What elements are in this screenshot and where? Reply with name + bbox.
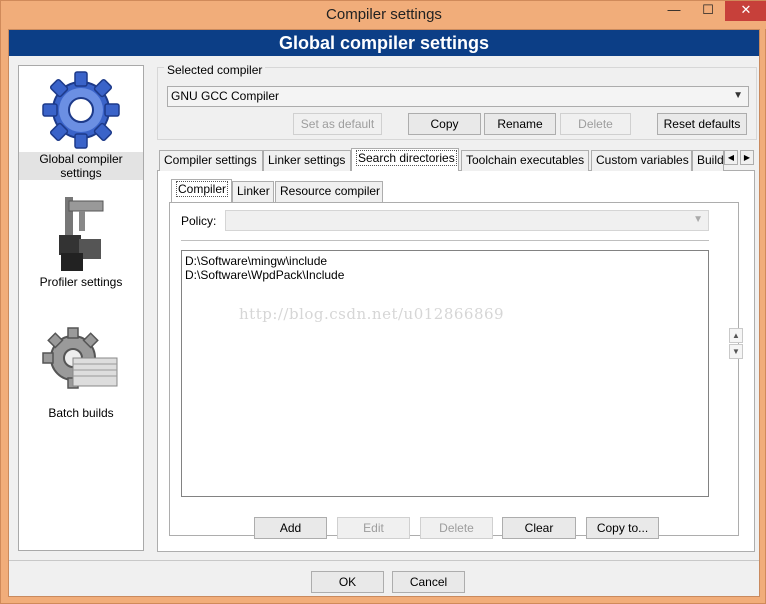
- nav-item-profiler-settings[interactable]: Profiler settings: [19, 191, 143, 289]
- cancel-button[interactable]: Cancel: [392, 571, 465, 593]
- compiler-settings-window: Compiler settings — ☐ ✕ Global compiler …: [0, 0, 766, 604]
- tab-search-directories[interactable]: Search directories: [351, 148, 459, 171]
- gear-icon: [42, 71, 120, 149]
- tab-build[interactable]: Build: [692, 150, 724, 171]
- subtab-resource-compiler[interactable]: Resource compiler: [275, 181, 383, 202]
- tab-linker-settings[interactable]: Linker settings: [263, 150, 351, 171]
- move-down-icon[interactable]: ▼: [729, 344, 743, 359]
- compiler-select-value: GNU GCC Compiler: [171, 89, 280, 103]
- tab-scroll-left-icon[interactable]: ◀: [724, 150, 738, 165]
- list-item[interactable]: D:\Software\WpdPack\Include: [185, 268, 344, 282]
- tab-custom-variables[interactable]: Custom variables: [591, 150, 692, 171]
- selected-compiler-label: Selected compiler: [164, 63, 266, 77]
- nav-label: Batch builds: [48, 406, 114, 420]
- reset-defaults-button[interactable]: Reset defaults: [657, 113, 747, 135]
- maximize-button[interactable]: ☐: [695, 1, 721, 21]
- chevron-down-icon: ▼: [693, 214, 703, 225]
- compiler-select[interactable]: GNU GCC Compiler ▼: [167, 86, 749, 107]
- ok-button[interactable]: OK: [311, 571, 384, 593]
- subtab-compiler[interactable]: Compiler: [171, 179, 232, 202]
- nav-label: Global compiler settings: [19, 152, 143, 180]
- tab-scroll-right-icon[interactable]: ▶: [740, 150, 754, 165]
- policy-label: Policy:: [181, 214, 217, 228]
- profiler-icon: [59, 197, 104, 271]
- footer-divider: [9, 560, 759, 561]
- delete-button[interactable]: Delete: [420, 517, 493, 539]
- batch-builds-icon: [42, 327, 118, 389]
- copy-to-button[interactable]: Copy to...: [586, 517, 659, 539]
- watermark: http://blog.csdn.net/u012866869: [239, 305, 505, 323]
- add-button[interactable]: Add: [254, 517, 327, 539]
- copy-button[interactable]: Copy: [408, 113, 481, 135]
- title-bar: Compiler settings — ☐ ✕: [1, 1, 766, 29]
- nav-item-batch-builds[interactable]: Batch builds: [19, 322, 143, 420]
- close-button[interactable]: ✕: [725, 1, 766, 21]
- chevron-down-icon: ▼: [733, 90, 743, 101]
- policy-divider: [181, 240, 709, 241]
- delete-compiler-button[interactable]: Delete: [560, 113, 631, 135]
- tab-toolchain-executables[interactable]: Toolchain executables: [461, 150, 589, 171]
- clear-button[interactable]: Clear: [502, 517, 576, 539]
- dialog-client-area: Global compiler settings Global compiler…: [8, 29, 760, 597]
- nav-item-global-compiler-settings[interactable]: Global compiler settings: [19, 68, 143, 180]
- move-up-icon[interactable]: ▲: [729, 328, 743, 343]
- page-banner: Global compiler settings: [9, 30, 759, 56]
- settings-category-list: Global compiler settings Profiler settin…: [18, 65, 144, 551]
- subtab-linker[interactable]: Linker: [232, 181, 274, 202]
- list-item[interactable]: D:\Software\mingw\include: [185, 254, 327, 268]
- window-title: Compiler settings: [326, 6, 442, 23]
- nav-label: Profiler settings: [39, 275, 123, 289]
- set-as-default-button[interactable]: Set as default: [293, 113, 382, 135]
- tab-compiler-settings[interactable]: Compiler settings: [159, 150, 263, 171]
- policy-select[interactable]: ▼: [225, 210, 709, 231]
- minimize-button[interactable]: —: [661, 1, 687, 21]
- rename-button[interactable]: Rename: [484, 113, 556, 135]
- edit-button[interactable]: Edit: [337, 517, 410, 539]
- directories-list[interactable]: D:\Software\mingw\include D:\Software\Wp…: [181, 250, 709, 497]
